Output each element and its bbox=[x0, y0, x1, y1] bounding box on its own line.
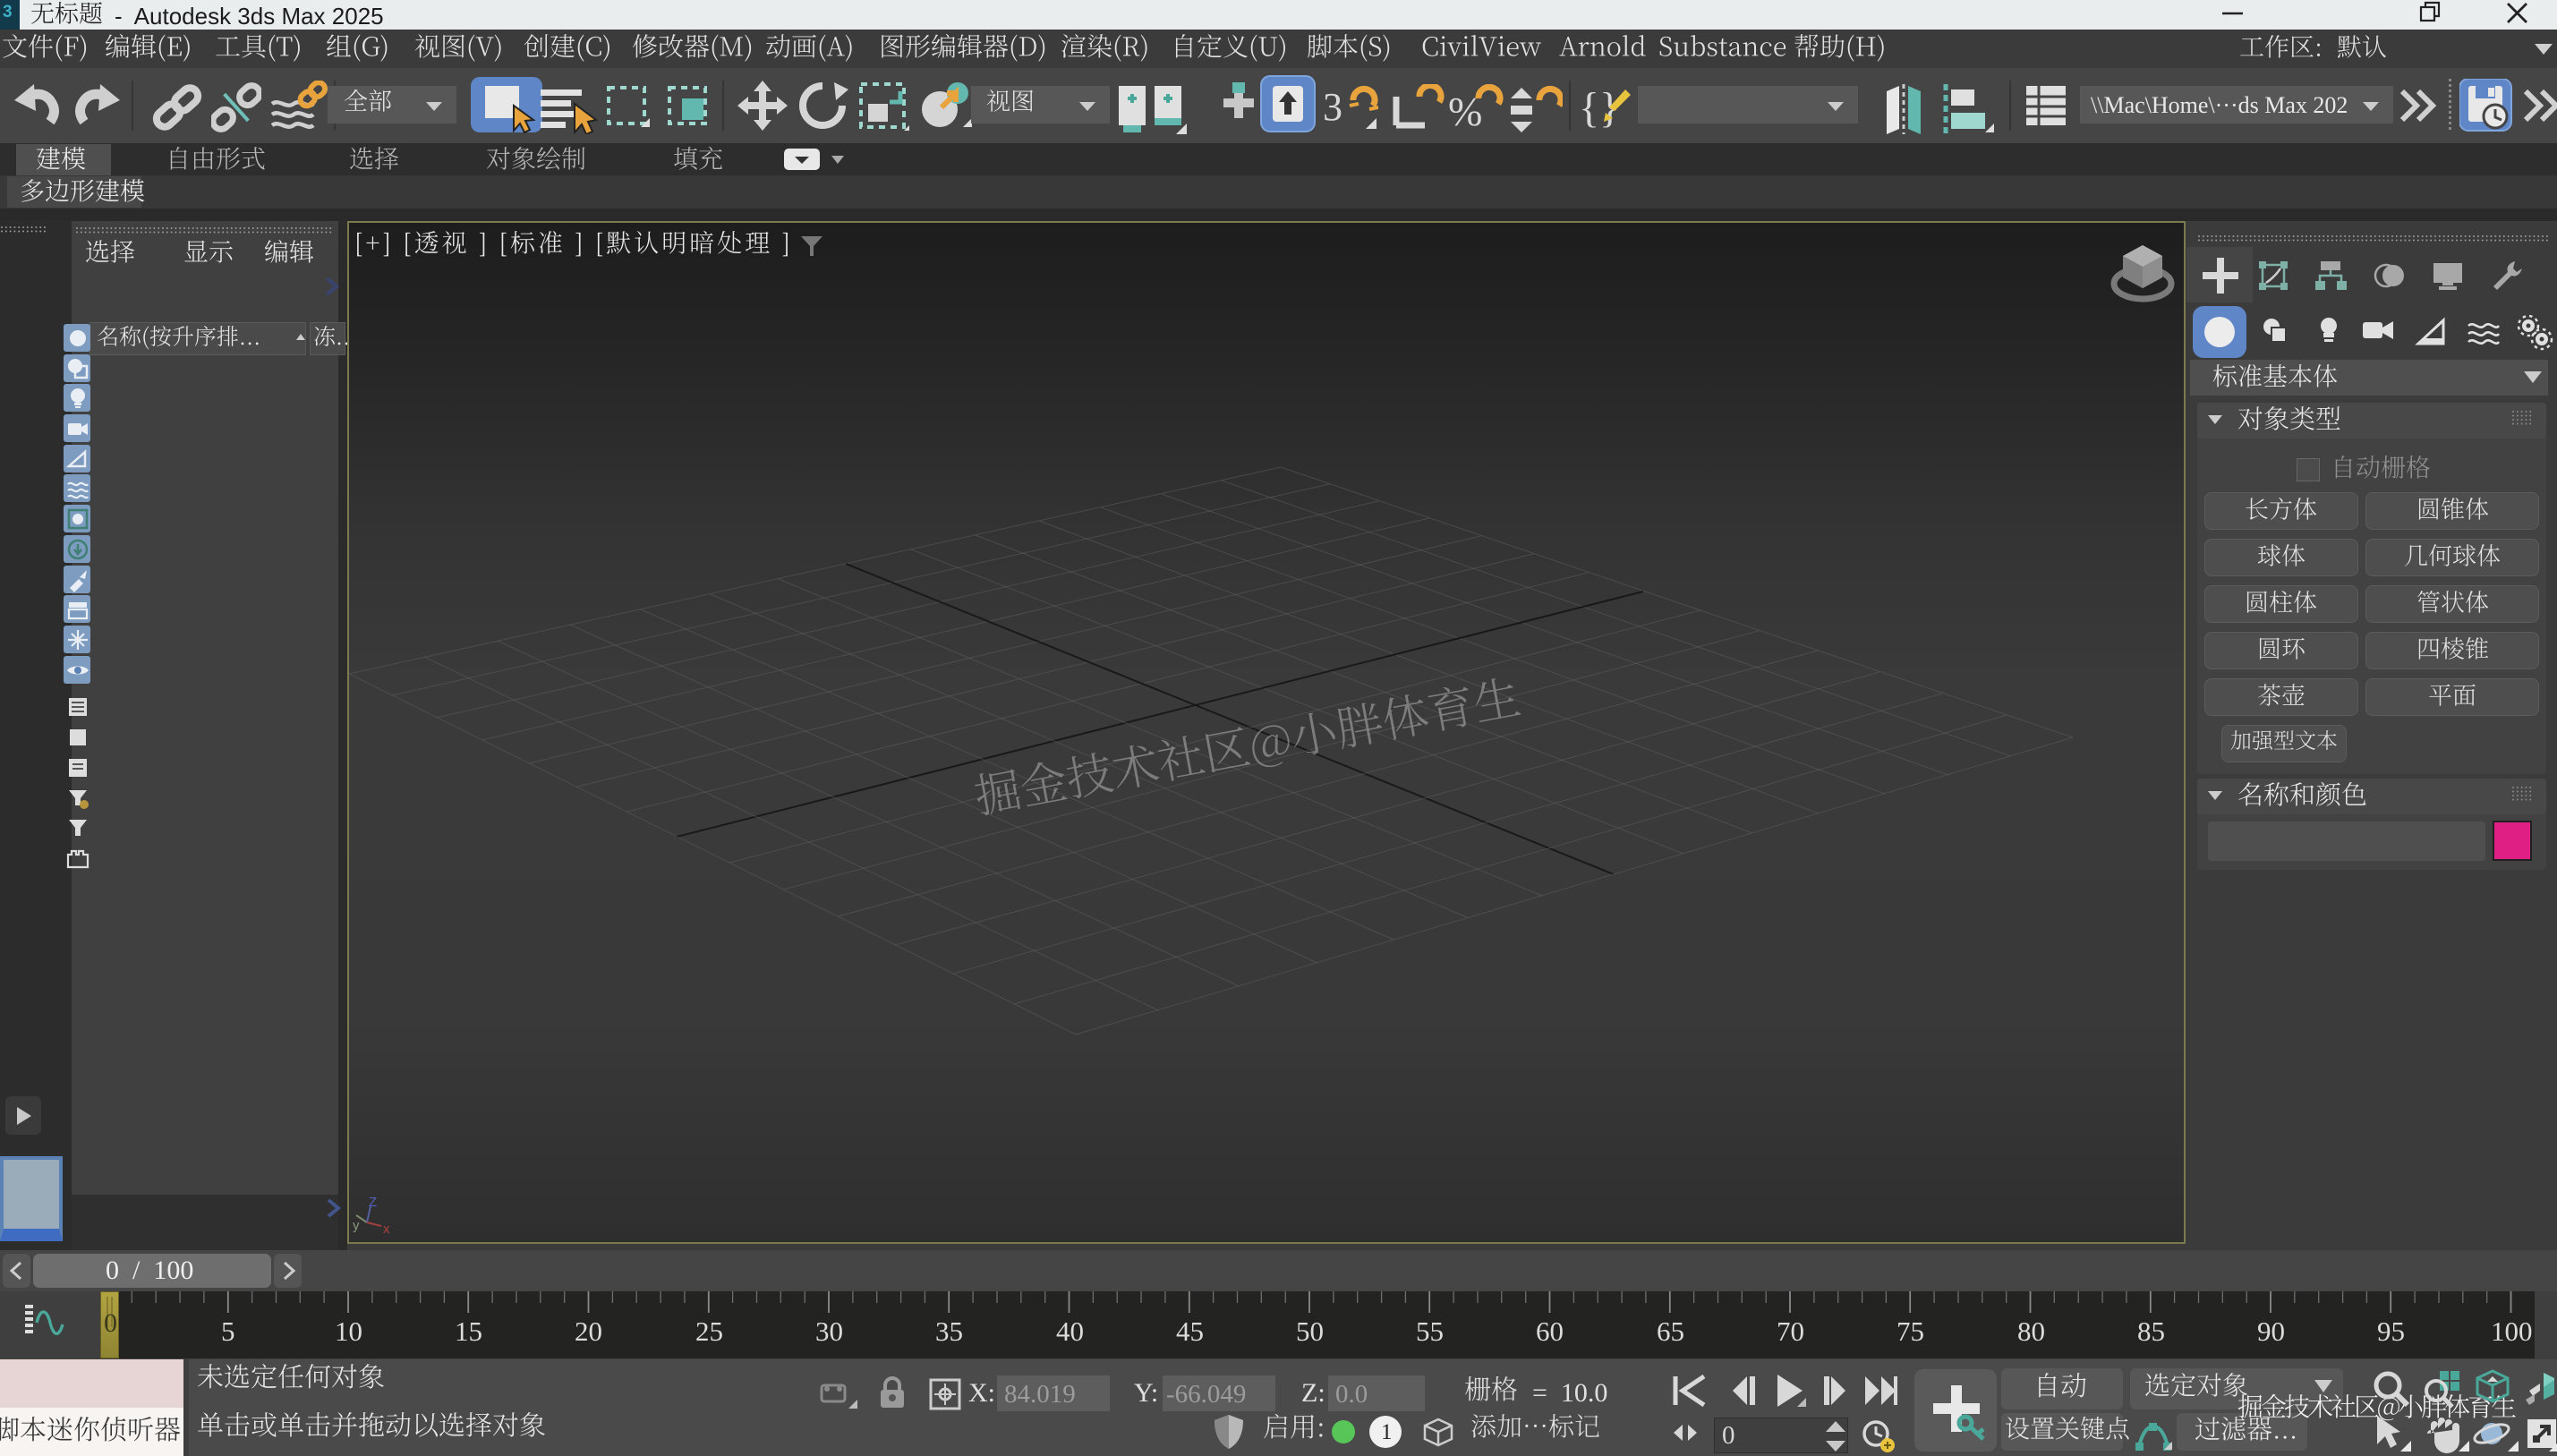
svg-text:x: x bbox=[383, 1222, 390, 1237]
svg-text:y: y bbox=[353, 1218, 360, 1233]
svg-text:3: 3 bbox=[1323, 85, 1342, 129]
svg-text:1: 1 bbox=[1381, 1420, 1393, 1444]
svg-text:Z: Z bbox=[369, 1197, 377, 1210]
